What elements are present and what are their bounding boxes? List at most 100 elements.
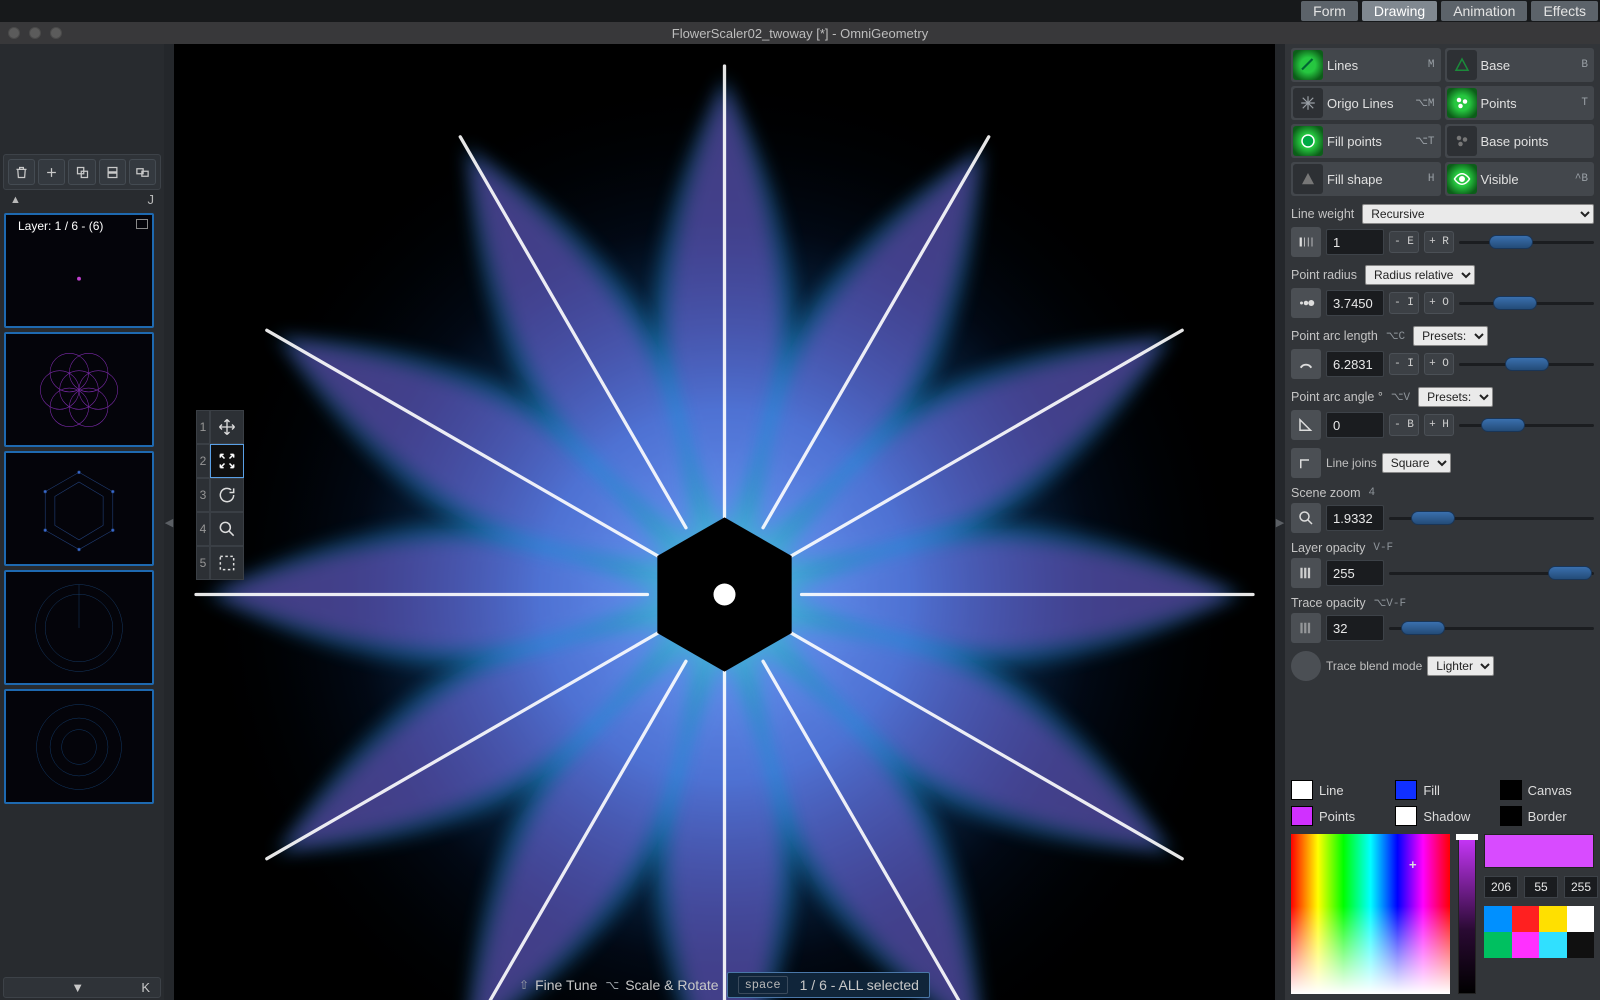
layer-thumb-4[interactable] xyxy=(4,570,154,685)
scale-tool[interactable] xyxy=(210,444,244,478)
fill-color-swatch[interactable] xyxy=(1395,780,1417,800)
layers-panel: ▲ J Layer: 1 / 6 - (6) xyxy=(0,44,164,1000)
arc-length-inc[interactable]: + O xyxy=(1424,353,1454,375)
palette-swatch[interactable] xyxy=(1539,932,1567,958)
add-layer-button[interactable] xyxy=(38,159,65,185)
tab-drawing[interactable]: Drawing xyxy=(1362,1,1437,21)
palette-swatch[interactable] xyxy=(1567,932,1595,958)
palette-swatch[interactable] xyxy=(1484,906,1512,932)
trace-blend-select[interactable]: Lighter xyxy=(1427,656,1494,676)
tab-form[interactable]: Form xyxy=(1301,1,1358,21)
toggle-fill-points[interactable]: Fill points⌥T xyxy=(1291,124,1441,158)
arc-angle-input[interactable] xyxy=(1326,412,1384,438)
trace-opacity-icon[interactable] xyxy=(1291,613,1321,643)
points-color-swatch[interactable] xyxy=(1291,806,1313,826)
scene-zoom-slider[interactable] xyxy=(1389,511,1594,525)
fill-shape-icon xyxy=(1293,164,1323,194)
shadow-color-swatch[interactable] xyxy=(1395,806,1417,826)
artwork-preview xyxy=(174,44,1275,1000)
arc-length-input[interactable] xyxy=(1326,351,1384,377)
line-weight-slider[interactable] xyxy=(1459,235,1594,249)
trace-opacity-slider[interactable] xyxy=(1389,621,1594,635)
arc-angle-dec[interactable]: - B xyxy=(1389,414,1419,436)
point-radius-label: Point radius xyxy=(1291,268,1357,282)
arc-length-presets[interactable]: Presets: xyxy=(1413,326,1488,346)
zoom-icon[interactable] xyxy=(50,27,62,39)
arc-angle-inc[interactable]: + H xyxy=(1424,414,1454,436)
duplicate-layer-button[interactable] xyxy=(68,159,95,185)
toggle-lines[interactable]: LinesM xyxy=(1291,48,1441,82)
line-weight-input[interactable] xyxy=(1326,229,1384,255)
toggle-points[interactable]: PointsT xyxy=(1445,86,1595,120)
rotate-tool[interactable] xyxy=(210,478,244,512)
group-layers-button[interactable] xyxy=(129,159,156,185)
close-icon[interactable] xyxy=(8,27,20,39)
arc-length-dec[interactable]: - I xyxy=(1389,353,1419,375)
toggle-origo-lines[interactable]: Origo Lines⌥M xyxy=(1291,86,1441,120)
point-radius-dec[interactable]: - I xyxy=(1389,292,1419,314)
palette-swatch[interactable] xyxy=(1539,906,1567,932)
palette-swatch[interactable] xyxy=(1512,906,1540,932)
delete-layer-button[interactable] xyxy=(8,159,35,185)
canvas[interactable]: ⇧ Fine Tune ⌥ Scale & Rotate space 1 / 6… xyxy=(174,44,1275,1000)
marquee-tool[interactable] xyxy=(210,546,244,580)
arc-angle-presets[interactable]: Presets: xyxy=(1418,387,1493,407)
scene-zoom-input[interactable] xyxy=(1326,505,1384,531)
right-gutter[interactable]: ▶ xyxy=(1275,44,1285,1000)
palette-swatch[interactable] xyxy=(1512,932,1540,958)
tab-effects[interactable]: Effects xyxy=(1531,1,1598,21)
layer-nav-down[interactable]: ▼ K xyxy=(3,977,161,998)
zoom-tool[interactable] xyxy=(210,512,244,546)
minimize-icon[interactable] xyxy=(29,27,41,39)
arc-length-label: Point arc length xyxy=(1291,329,1378,343)
point-radius-icon[interactable] xyxy=(1291,288,1321,318)
arc-angle-slider[interactable] xyxy=(1459,418,1594,432)
layer-thumb-3[interactable] xyxy=(4,451,154,566)
line-weight-dec[interactable]: - E xyxy=(1389,231,1419,253)
rgb-g-input[interactable] xyxy=(1524,876,1558,898)
layer-thumb-list: Layer: 1 / 6 - (6) xyxy=(0,209,164,975)
line-weight-mode[interactable]: Recursive xyxy=(1362,204,1594,224)
layer-thumb-5[interactable] xyxy=(4,689,154,804)
toggle-base-points[interactable]: Base points xyxy=(1445,124,1595,158)
opacity-icon[interactable] xyxy=(1291,558,1321,588)
point-radius-input[interactable] xyxy=(1326,290,1384,316)
magnifier-icon[interactable] xyxy=(1291,503,1321,533)
mode-tabs: Form Drawing Animation Effects xyxy=(0,0,1600,22)
toggle-visible[interactable]: Visible^B xyxy=(1445,162,1595,196)
arc-angle-icon[interactable] xyxy=(1291,410,1321,440)
canvas-color-swatch[interactable] xyxy=(1500,780,1522,800)
arc-length-icon[interactable] xyxy=(1291,349,1321,379)
palette-swatch[interactable] xyxy=(1484,932,1512,958)
color-panel: Line Fill Canvas Points Shadow Border + xyxy=(1291,772,1594,994)
move-tool[interactable] xyxy=(210,410,244,444)
merge-down-button[interactable] xyxy=(99,159,126,185)
point-radius-inc[interactable]: + O xyxy=(1424,292,1454,314)
line-joins-icon[interactable] xyxy=(1291,448,1321,478)
line-weight-icon[interactable] xyxy=(1291,227,1321,257)
rgb-r-input[interactable] xyxy=(1484,876,1518,898)
border-color-swatch[interactable] xyxy=(1500,806,1522,826)
layer-thumb-1[interactable]: Layer: 1 / 6 - (6) xyxy=(4,213,154,328)
toggle-fill-shape[interactable]: Fill shapeH xyxy=(1291,162,1441,196)
line-joins-select[interactable]: Square xyxy=(1382,453,1451,473)
layer-nav-up[interactable]: ▲ J xyxy=(0,190,164,209)
rgb-b-input[interactable] xyxy=(1564,876,1598,898)
left-gutter[interactable]: ◀ xyxy=(164,44,174,1000)
trace-opacity-input[interactable] xyxy=(1326,615,1384,641)
point-radius-mode[interactable]: Radius relative xyxy=(1365,265,1475,285)
layer-opacity-slider[interactable] xyxy=(1389,566,1594,580)
palette-swatch[interactable] xyxy=(1567,906,1595,932)
line-weight-inc[interactable]: + R xyxy=(1424,231,1454,253)
layer-thumb-2[interactable] xyxy=(4,332,154,447)
selection-indicator[interactable]: space 1 / 6 - ALL selected xyxy=(727,972,930,998)
value-slider[interactable] xyxy=(1458,834,1476,994)
arc-length-slider[interactable] xyxy=(1459,357,1594,371)
tab-animation[interactable]: Animation xyxy=(1441,1,1527,21)
blend-mode-icon[interactable] xyxy=(1291,651,1321,681)
hue-sat-picker[interactable]: + xyxy=(1291,834,1450,994)
toggle-base[interactable]: BaseB xyxy=(1445,48,1595,82)
layer-opacity-input[interactable] xyxy=(1326,560,1384,586)
point-radius-slider[interactable] xyxy=(1459,296,1594,310)
line-color-swatch[interactable] xyxy=(1291,780,1313,800)
